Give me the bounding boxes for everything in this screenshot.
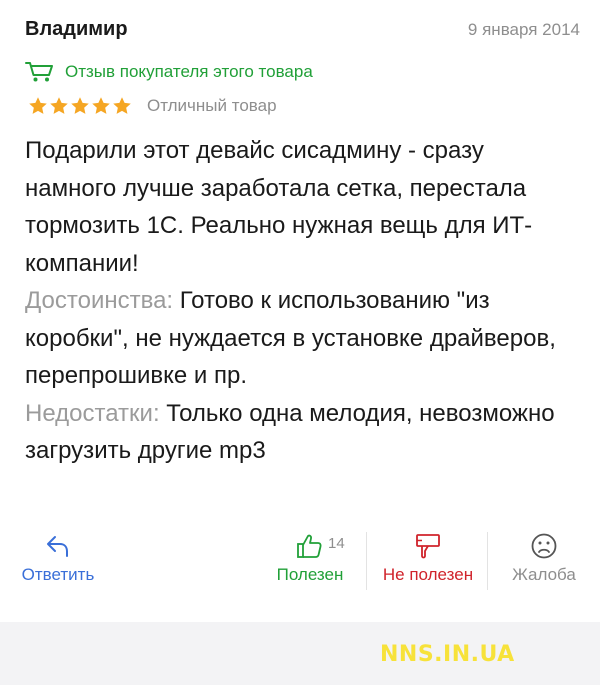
rating: Отличный товар [28, 94, 277, 118]
reply-arrow-icon [45, 530, 71, 562]
cons-section: Недостатки: Только одна мелодия, невозмо… [25, 395, 580, 470]
review-body: Подарили этот девайс сисадмину - сразу н… [25, 132, 580, 470]
pros-label: Достоинства: [25, 287, 174, 314]
review-actions: Ответить 14 Полезен Не полезен Жалоба [0, 530, 600, 600]
useful-count: 14 [328, 535, 345, 552]
sad-face-icon [530, 530, 558, 562]
cons-label: Недостатки: [25, 399, 160, 427]
watermark: NNS.IN.UA [380, 642, 515, 667]
rating-label: Отличный товар [147, 96, 277, 115]
not-useful-label: Не полезен [382, 565, 474, 584]
useful-label: Полезен [276, 565, 344, 584]
not-useful-button[interactable]: Не полезен [371, 530, 485, 585]
pros-section: Достоинства: Готово к использованию "из … [25, 282, 580, 395]
review-text: Подарили этот девайс сисадмину - сразу н… [25, 137, 533, 277]
star-icon [29, 97, 47, 114]
rating-stars [28, 96, 133, 116]
reply-label: Ответить [21, 565, 95, 584]
review-header: Владимир 9 января 2014 [25, 18, 580, 42]
useful-button[interactable]: 14 Полезен [266, 530, 354, 585]
star-icon [50, 97, 68, 114]
complaint-button[interactable]: Жалоба [500, 530, 588, 585]
buyer-badge: Отзыв покупателя этого товара [25, 60, 313, 84]
action-divider [487, 532, 488, 590]
complaint-label: Жалоба [512, 565, 576, 584]
review-card: Владимир 9 января 2014 Отзыв покупателя … [0, 0, 600, 622]
reply-button[interactable]: Ответить [12, 530, 104, 585]
star-icon [92, 97, 110, 114]
thumbs-down-icon [414, 530, 442, 562]
author-name[interactable]: Владимир [25, 18, 128, 41]
review-date: 9 января 2014 [467, 20, 580, 39]
footer-bar: NNS.IN.UA [0, 622, 600, 685]
shopping-cart-icon [25, 62, 53, 82]
action-divider [366, 532, 367, 590]
star-icon [113, 97, 131, 114]
star-icon [71, 97, 89, 114]
thumbs-up-icon [296, 530, 324, 562]
buyer-badge-label: Отзыв покупателя этого товара [65, 62, 313, 81]
